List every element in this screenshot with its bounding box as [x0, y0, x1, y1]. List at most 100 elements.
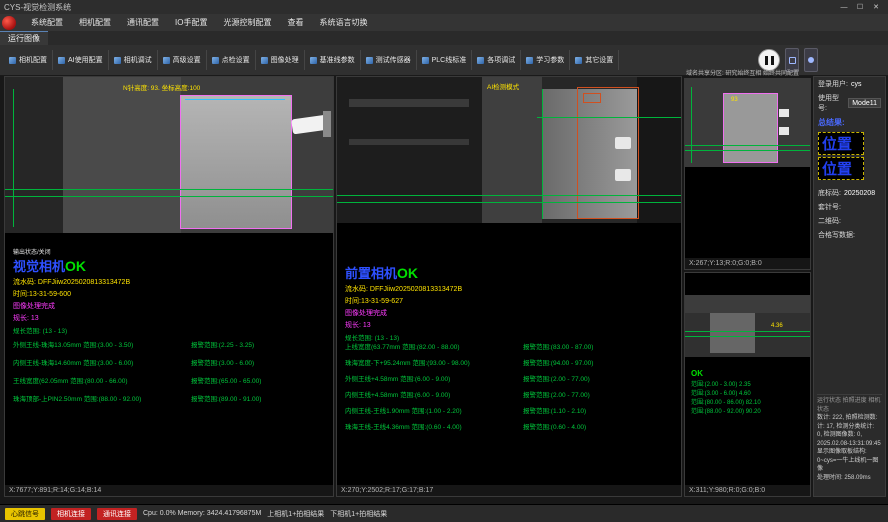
measurement-row: 内侧王线+4.58mm 范围:(6.00 - 9.00)报警范围:(2.00 -…: [345, 389, 675, 399]
maximize-button[interactable]: ☐: [852, 1, 868, 13]
small-camera-view-1[interactable]: 93: [685, 79, 810, 167]
tool-advanced-settings[interactable]: 高级设置: [158, 50, 207, 70]
stats-line: 0, 检测图像数: 0,: [817, 431, 882, 440]
small1-pixel-coords: X:267;Y:13;R:0;G:0;B:0: [685, 258, 810, 269]
small2-measure-line-1: [685, 331, 810, 332]
measurement-row: 外侧王线+4.58mm 范围:(6.00 - 9.00)报警范围:(2.00 -…: [345, 373, 675, 383]
ai-config-icon: [58, 57, 65, 64]
tool-baseline-params[interactable]: 基准线参数: [305, 50, 361, 70]
learn-params-icon: [526, 57, 533, 64]
left-result-block: 输出状态/关闭 视觉相机OK 流水码: DFFJiiw2025020813313…: [13, 247, 130, 335]
info-panel: 登录用户: cys 使用型号: Mode11 总结果: 位置 位置 底标码: 2…: [813, 76, 886, 497]
tab-run-image[interactable]: 运行图像: [0, 31, 48, 45]
tool-image-process[interactable]: 图像处理: [256, 50, 305, 70]
left-result-title: 视觉相机OK: [13, 256, 130, 275]
left-serial: 流水码: DFFJiiw2025020813313472B: [13, 277, 130, 287]
menu-io-config[interactable]: IO手配置: [168, 14, 214, 31]
left-measurements: 外侧王线-珠海13.05mm 范围:(3.00 - 3.50)报警范围:(2.2…: [13, 339, 327, 411]
measurement-row: 内侧王线-珠海14.60mm 范围:(3.00 - 6.00)报警范围:(3.0…: [13, 357, 327, 367]
other-settings-icon: [575, 57, 582, 64]
stats-line: 处理时间: 258.09ms: [817, 474, 882, 483]
small1-measure-line-1: [685, 145, 810, 146]
left-output-state: 输出状态/关闭: [13, 247, 130, 256]
menu-comm-config[interactable]: 通讯配置: [120, 14, 166, 31]
menu-camera-config[interactable]: 相机配置: [72, 14, 118, 31]
menu-view[interactable]: 查看: [280, 14, 310, 31]
tool-other-settings[interactable]: 其它设置: [570, 50, 619, 70]
code-row: 底标码: 20250208: [814, 186, 885, 200]
tool-learn-params[interactable]: 学习参数: [521, 50, 570, 70]
advanced-settings-icon: [163, 57, 170, 64]
lock-icon: [808, 57, 814, 63]
menu-bar: 系统配置 相机配置 通讯配置 IO手配置 光源控制配置 查看 系统语言切换: [0, 14, 888, 31]
menu-system-config[interactable]: 系统配置: [24, 14, 70, 31]
camera-status-badge: 相机连接: [51, 508, 91, 520]
left-cable-shape: [323, 111, 331, 137]
center-roi-box-inner: [583, 93, 601, 103]
spotcheck-icon: [212, 57, 219, 64]
small-camera-view-2[interactable]: 4.36: [685, 295, 810, 357]
login-row: 登录用户: cys: [814, 77, 885, 91]
login-value: cys: [851, 81, 862, 88]
small1-measure-line-2: [685, 150, 810, 151]
center-measure-line-2: [337, 202, 681, 203]
status-message-2: 下相机1+拍相结果: [330, 509, 387, 519]
stats-line: 数计: 222, 拍照检测数:: [817, 414, 882, 423]
center-pixel-coords: X:270;Y:2502;R:17;G:17;B:17: [337, 485, 681, 496]
center-result-title: 前置相机OK: [345, 263, 462, 282]
center-count: 规长: 13: [345, 320, 462, 330]
pin-label: 套针号:: [818, 202, 841, 212]
tool-camera-debug[interactable]: 相机调试: [109, 50, 158, 70]
tool-ai-config[interactable]: AI使用配置: [53, 50, 109, 70]
title-bar: CYS-视觉检测系统 — ☐ ✕: [0, 0, 888, 14]
result-display-1: 位置: [818, 132, 864, 155]
camera-config-icon: [9, 57, 16, 64]
center-machine-strip1: [349, 99, 469, 107]
model-select[interactable]: Mode11: [848, 98, 881, 108]
small1-measure-line-3: [691, 87, 692, 163]
center-bright-spot-1: [615, 137, 631, 149]
tool-plc-standard[interactable]: PLC线标准: [417, 50, 473, 70]
small1-overlay-label: 93: [731, 97, 738, 103]
minimize-button[interactable]: —: [836, 1, 852, 13]
pause-icon: [765, 56, 768, 65]
qr-label: 二维码:: [818, 216, 841, 226]
small2-line: 范围:(2.00 - 3.00) 2.35: [691, 381, 761, 390]
small2-line: 范围:(88.00 - 92.00) 90.20: [691, 408, 761, 417]
center-process-done: 图像处理完成: [345, 308, 462, 318]
small2-line: 范围:(3.00 - 6.00) 4.60: [691, 390, 761, 399]
small-view-caption: 域名共享分区: 研究始终互相 始终共同配置: [686, 68, 810, 77]
close-button[interactable]: ✕: [868, 1, 884, 13]
center-measure-line-4: [542, 89, 543, 219]
left-machine-shape2: [63, 77, 181, 233]
measurement-row: 内侧王线-王线1.90mm 范围:(1.00 - 2.20)报警范围:(1.10…: [345, 405, 675, 415]
stats-line: 显示图像取板结构:: [817, 448, 882, 457]
left-measure-line-1: [5, 189, 333, 190]
center-camera-view[interactable]: AI检测模式: [337, 77, 681, 223]
left-camera-view[interactable]: N针高度: 93. 坐标高度:100: [5, 77, 333, 233]
tool-camera-config[interactable]: 相机配置: [4, 50, 53, 70]
tool-debug-items[interactable]: 各项调试: [472, 50, 521, 70]
left-camera-panel: N针高度: 93. 坐标高度:100 输出状态/关闭 视觉相机OK 流水码: D…: [4, 76, 334, 497]
center-measurements: 上线宽度(63.77mm 范围:(82.00 - 88.00)报警范围:(83.…: [345, 341, 675, 437]
center-overlay-label: AI检测模式: [487, 81, 519, 91]
left-process-done: 图像处理完成: [13, 301, 130, 311]
tool-sensor-test[interactable]: 测试传感器: [361, 50, 417, 70]
left-edge-line: [185, 99, 285, 100]
menu-language[interactable]: 系统语言切换: [312, 14, 374, 31]
measurement-row: 上线宽度(63.77mm 范围:(82.00 - 88.00)报警范围:(83.…: [345, 341, 675, 351]
measurement-row: 珠海顶部-上PIN2.50mm 范围:(88.00 - 92.00)报警范围:(…: [13, 393, 327, 403]
left-range: 规长范围: (13 - 13): [13, 325, 130, 335]
tool-spotcheck[interactable]: 点检设置: [207, 50, 256, 70]
model-row: 使用型号: Mode11: [814, 91, 885, 115]
small2-line: 范围:(80.00 - 86.00) 82.10: [691, 399, 761, 408]
small1-bright-spot-2: [779, 127, 789, 135]
write-row: 合格写数据:: [814, 228, 885, 242]
left-overlay-label: N针高度: 93. 坐标高度:100: [123, 82, 200, 92]
menu-light-config[interactable]: 光源控制配置: [216, 14, 278, 31]
left-measure-line-2: [5, 196, 333, 197]
small1-bright-spot-1: [779, 109, 789, 117]
left-pixel-coords: X:7677;Y:891;R:14;G:14;B:14: [5, 485, 333, 496]
snapshot-icon: [789, 57, 796, 64]
measurement-row: 珠海宽度-下+95.24mm 范围:(93.00 - 98.00)报警范围:(9…: [345, 357, 675, 367]
